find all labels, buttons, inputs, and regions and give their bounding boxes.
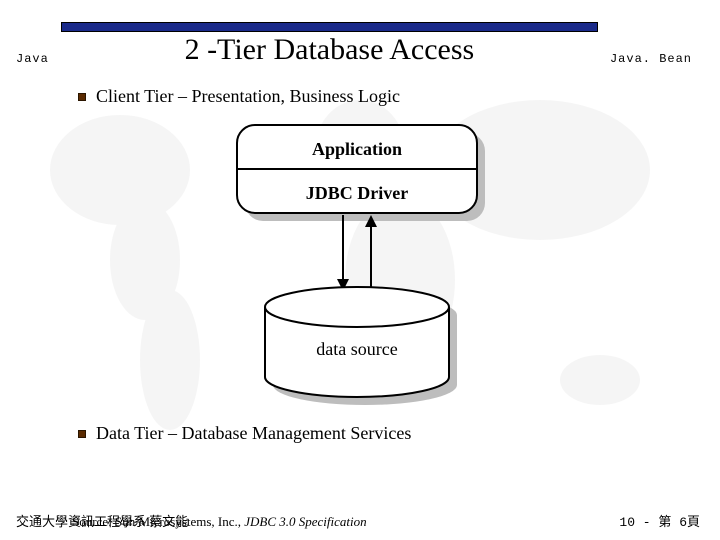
title-bar	[61, 22, 598, 32]
header-right-label: Java. Bean	[610, 48, 692, 66]
footer-source: Source: Sun Microsystems, Inc., JDBC 3.0…	[72, 514, 367, 530]
diagram-label-application: Application	[312, 139, 402, 159]
footer-source-prefix: Source: Sun Microsystems, Inc.,	[72, 514, 244, 529]
bullet-text: Data Tier – Database Management Services	[96, 423, 411, 444]
diagram-label-jdbc-driver: JDBC Driver	[306, 183, 408, 203]
header-left-label: Java	[16, 48, 49, 66]
bullet-icon	[78, 93, 86, 101]
slide-header: Java 2 -Tier Database Access Java. Bean	[0, 0, 720, 66]
architecture-diagram: Application JDBC Driver data source	[0, 115, 720, 415]
footer-page-number: 10 - 第 6頁	[619, 511, 700, 530]
two-tier-diagram-svg: Application JDBC Driver data source	[205, 115, 515, 415]
diagram-label-data-source: data source	[316, 339, 397, 359]
bullet-text: Client Tier – Presentation, Business Log…	[96, 86, 400, 107]
slide-title: 2 -Tier Database Access	[61, 34, 598, 66]
bullet-client-tier: Client Tier – Presentation, Business Log…	[0, 66, 720, 107]
bullet-data-tier: Data Tier – Database Management Services	[0, 415, 720, 444]
bullet-icon	[78, 430, 86, 438]
footer-source-title: JDBC 3.0 Specification	[244, 514, 366, 529]
